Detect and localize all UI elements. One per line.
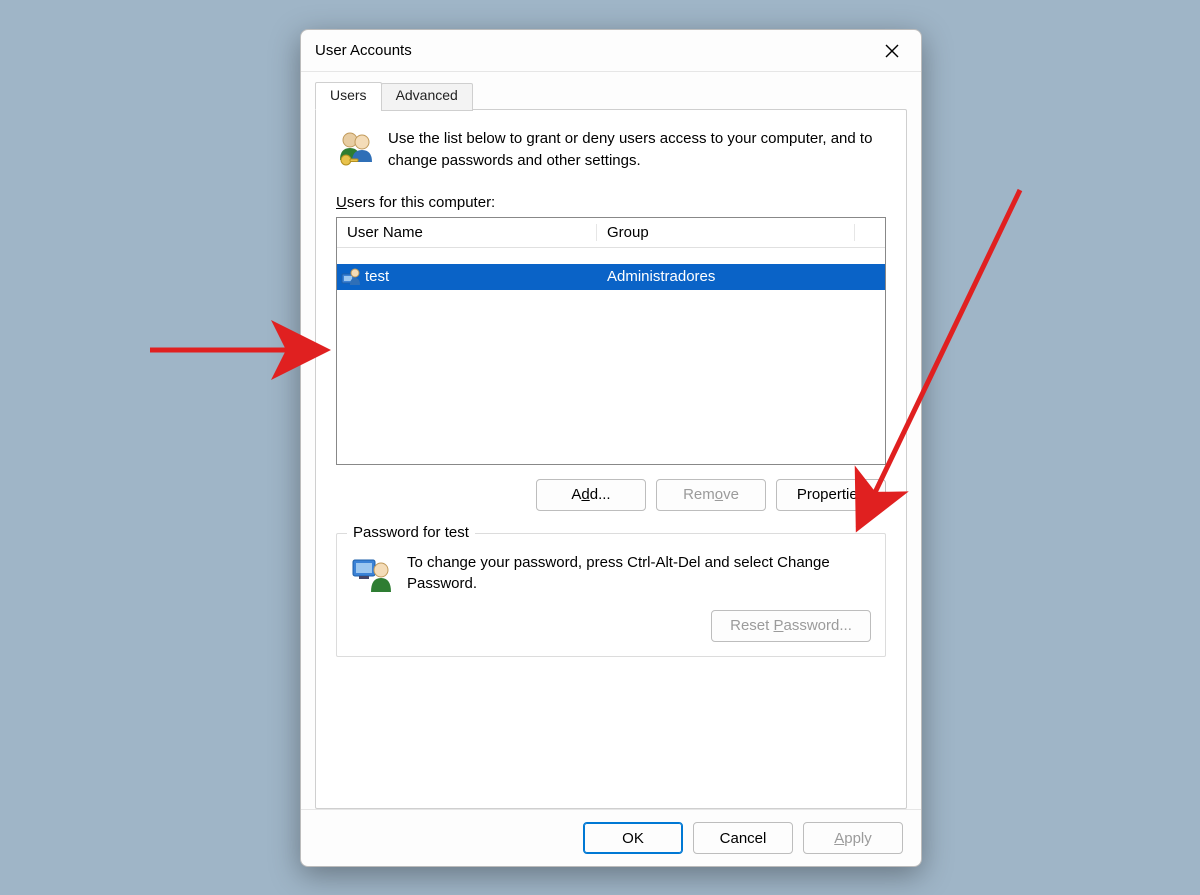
tabstrip: Users Advanced [315, 82, 907, 110]
tab-panel-users: Use the list below to grant or deny user… [315, 109, 907, 809]
intro-row: Use the list below to grant or deny user… [336, 128, 886, 172]
users-label: Users for this computer: [336, 194, 886, 211]
users-listview[interactable]: User Name Group test Administradores [336, 217, 886, 465]
close-icon [885, 44, 899, 58]
col-header-group[interactable]: Group [597, 224, 855, 241]
apply-button[interactable]: Apply [803, 822, 903, 854]
close-button[interactable] [869, 35, 915, 67]
dialog-body: Users Advanced Use the list below to gra… [301, 72, 921, 809]
tab-users[interactable]: Users [315, 82, 382, 110]
list-header: User Name Group [337, 218, 885, 248]
password-groupbox: Password for test To change your passwor… [336, 533, 886, 657]
add-button[interactable]: Add... [536, 479, 646, 511]
tab-advanced[interactable]: Advanced [381, 83, 473, 111]
window-title: User Accounts [315, 42, 869, 59]
list-body: test Administradores [337, 248, 885, 464]
intro-text: Use the list below to grant or deny user… [388, 128, 886, 172]
password-text: To change your password, press Ctrl-Alt-… [407, 552, 871, 594]
user-item-icon [341, 268, 361, 286]
password-legend: Password for test [347, 524, 475, 541]
col-header-username[interactable]: User Name [337, 224, 597, 241]
password-icon [351, 552, 393, 594]
table-row[interactable]: test Administradores [337, 264, 885, 290]
user-accounts-dialog: User Accounts Users Advanced [300, 29, 922, 867]
remove-button[interactable]: Remove [656, 479, 766, 511]
reset-password-button[interactable]: Reset Password... [711, 610, 871, 642]
ok-button[interactable]: OK [583, 822, 683, 854]
users-icon [336, 128, 376, 168]
titlebar: User Accounts [301, 30, 921, 72]
cancel-button[interactable]: Cancel [693, 822, 793, 854]
properties-button[interactable]: Properties [776, 479, 886, 511]
dialog-bottom-buttons: OK Cancel Apply [301, 809, 921, 866]
row-group: Administradores [597, 268, 885, 285]
row-username: test [365, 268, 597, 285]
user-buttons-row: Add... Remove Properties [336, 479, 886, 511]
